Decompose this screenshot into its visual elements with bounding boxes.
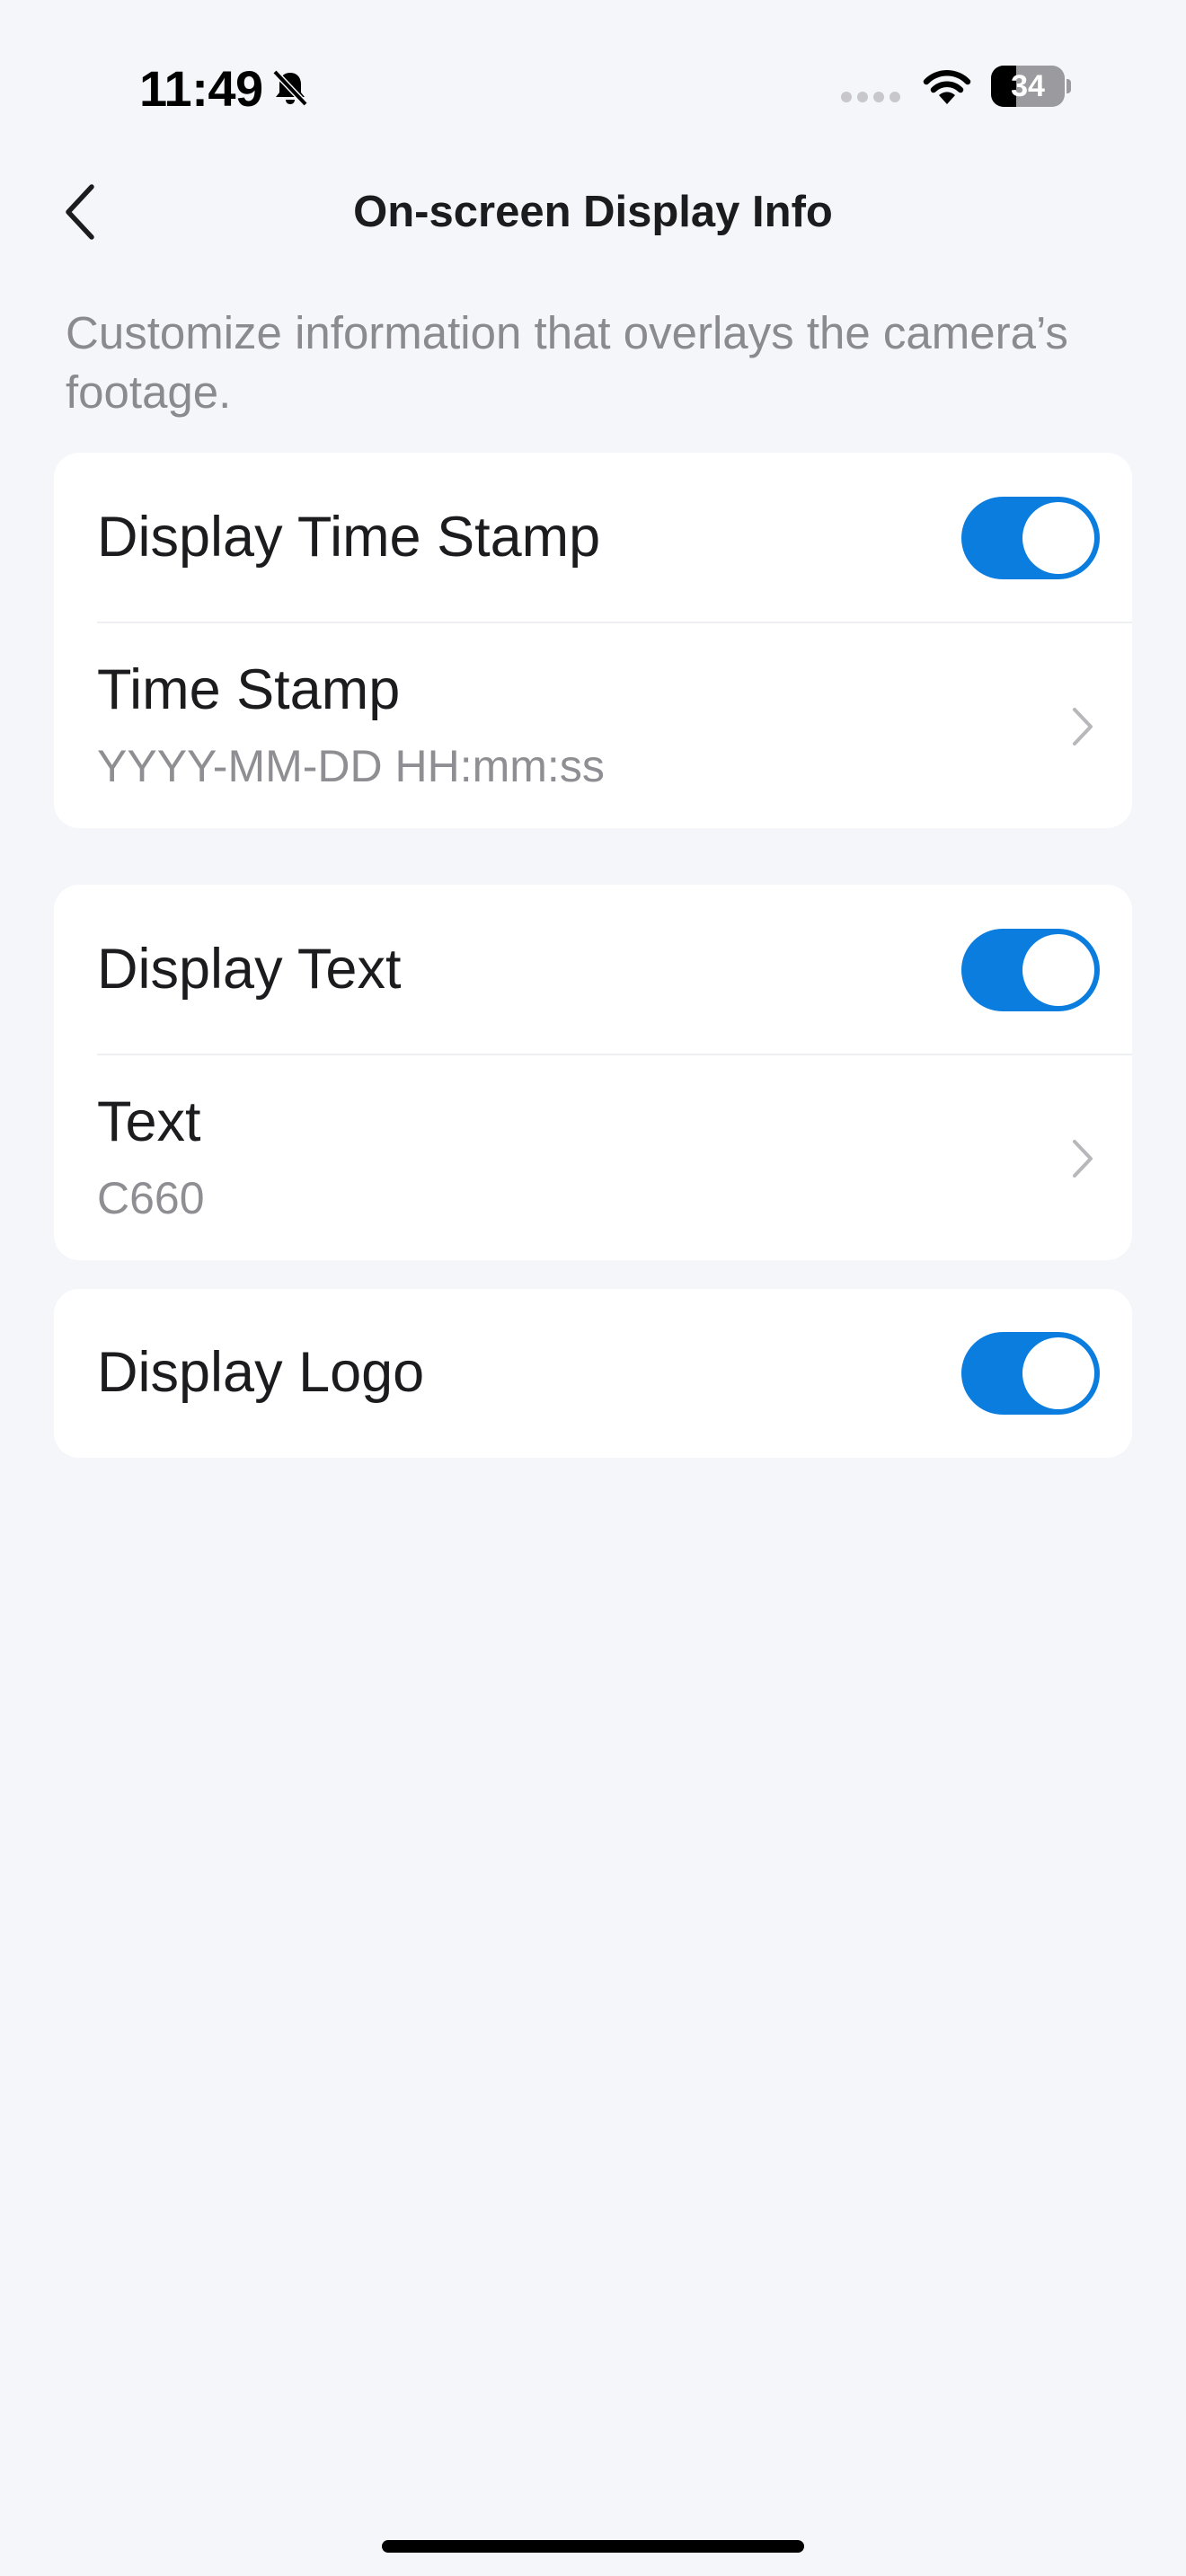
screen: 11:49 34 On-screen Display Info Customiz…: [0, 0, 1186, 2576]
display-logo-label: Display Logo: [97, 1341, 425, 1404]
status-bar: 11:49 34: [0, 0, 1186, 171]
time-stamp-value: YYYY-MM-DD HH:mm:ss: [97, 741, 605, 791]
display-time-stamp-toggle[interactable]: [961, 497, 1100, 579]
logo-section: Display Logo: [54, 1289, 1132, 1458]
page-description: Customize information that overlays the …: [66, 307, 1068, 418]
display-text-toggle[interactable]: [961, 929, 1100, 1011]
toggle-knob: [1022, 1337, 1094, 1409]
chevron-right-icon: [1073, 1140, 1093, 1178]
wifi-icon: [923, 70, 971, 104]
time-stamp-label: Time Stamp: [97, 658, 401, 721]
text-label: Text: [97, 1090, 201, 1153]
display-time-stamp-row: Display Time Stamp: [54, 453, 1132, 623]
signal-dots-icon: [841, 92, 900, 102]
time-stamp-section: Display Time Stamp Time Stamp YYYY-MM-DD…: [54, 453, 1132, 828]
text-row[interactable]: Text C660: [54, 1055, 1132, 1260]
time-stamp-row[interactable]: Time Stamp YYYY-MM-DD HH:mm:ss: [54, 623, 1132, 828]
toggle-knob: [1022, 502, 1094, 574]
status-time: 11:49: [139, 60, 263, 117]
toggle-knob: [1022, 934, 1094, 1006]
display-text-row: Display Text: [54, 885, 1132, 1055]
text-section: Display Text Text C660: [54, 885, 1132, 1260]
bell-slash-icon: [272, 69, 308, 107]
display-time-stamp-label: Display Time Stamp: [97, 506, 601, 569]
page-title: On-screen Display Info: [353, 188, 833, 236]
display-text-label: Display Text: [97, 938, 402, 1001]
battery-icon: 34: [991, 66, 1071, 107]
home-indicator[interactable]: [382, 2540, 804, 2553]
display-logo-toggle[interactable]: [961, 1332, 1100, 1415]
battery-level: 34: [1011, 69, 1045, 103]
nav-bar: On-screen Display Info: [0, 171, 1186, 251]
chevron-right-icon: [1073, 708, 1093, 745]
text-value: C660: [97, 1173, 205, 1223]
display-logo-row: Display Logo: [54, 1289, 1132, 1458]
